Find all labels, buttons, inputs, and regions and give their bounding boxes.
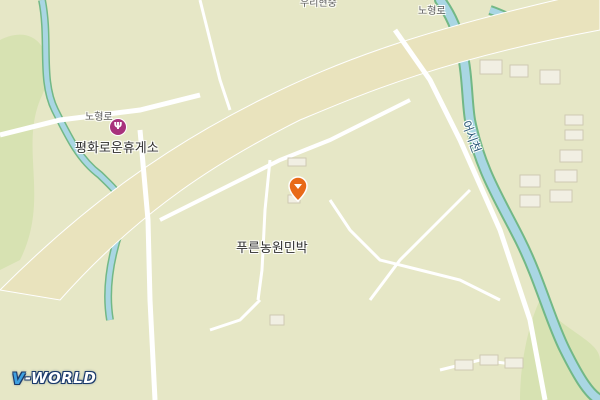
location-pin-shape: [288, 176, 308, 203]
building: [519, 194, 541, 208]
building: [509, 64, 529, 78]
building: [549, 189, 573, 203]
building: [554, 169, 578, 183]
road-center-spur: [256, 159, 272, 301]
building: [269, 314, 285, 326]
poi-label-accommodation[interactable]: 푸른농원민박: [236, 237, 308, 256]
road-lower-right: [368, 188, 472, 301]
map-view[interactable]: 노형로 노형로 우리현중 어시천 Ψ 평화로운휴게소 푸른농원민박 V -WOR…: [0, 0, 600, 400]
fork-knife-icon[interactable]: Ψ: [110, 119, 126, 135]
poi-label-restaurant[interactable]: 평화로운휴게소: [75, 137, 159, 156]
logo-suffix: -WORLD: [24, 369, 97, 387]
building: [564, 114, 584, 126]
building: [287, 157, 307, 167]
location-pin-icon[interactable]: [288, 176, 308, 203]
building: [454, 359, 474, 371]
vworld-logo: V -WORLD: [12, 368, 96, 388]
road-label-top: 노형로: [418, 6, 446, 17]
building: [559, 149, 583, 163]
logo-prefix: V: [12, 368, 25, 388]
building: [479, 59, 503, 75]
road-top-access: [198, 0, 232, 111]
building: [564, 129, 584, 141]
road-label-top-cut: 우리현중: [300, 0, 337, 9]
green-area: [0, 34, 48, 271]
building: [504, 357, 524, 369]
road-right-branch: [328, 199, 501, 302]
building: [479, 354, 499, 366]
building: [539, 69, 561, 85]
building: [519, 174, 541, 188]
road-label-left: 노형로: [85, 112, 113, 123]
road-lower-curve: [209, 298, 262, 332]
